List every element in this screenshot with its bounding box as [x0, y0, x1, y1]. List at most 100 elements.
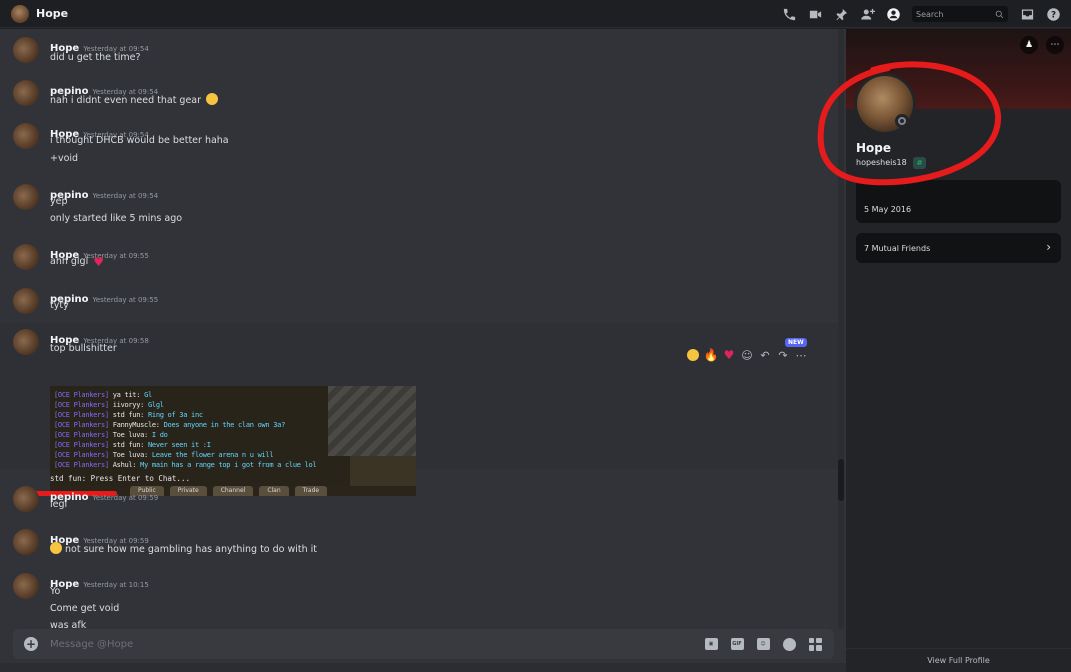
dm-title: Hope [36, 7, 69, 20]
heart-reaction-icon[interactable]: ♥ [722, 348, 736, 362]
game-chat-line: [OCE Plankers] iivoryy: Glgl [54, 401, 164, 409]
message-text: yep [50, 196, 68, 207]
apps-icon[interactable] [802, 637, 828, 651]
message-text: was afk [50, 620, 87, 629]
message-text-row: nah i didnt even need that gear [50, 93, 219, 106]
game-chat-line: [OCE Plankers] std fun: Never seen it :I [54, 441, 211, 449]
search-input[interactable] [916, 9, 986, 19]
message-text: top bullshitter [50, 343, 117, 354]
message-text: not sure how me gambling has anything to… [65, 544, 318, 555]
author-avatar[interactable] [13, 573, 39, 599]
game-chat-line: [OCE Plankers] Ashul: My main has a rang… [54, 461, 317, 469]
gif-icon[interactable]: GIF [724, 638, 750, 650]
smiling-tear-emoji-icon [50, 542, 62, 554]
author-avatar[interactable] [13, 288, 39, 314]
message-text: nah i didnt even need that gear [50, 95, 202, 106]
game-chat-line: [OCE Plankers] Toe luva: I do [54, 431, 168, 439]
top-bar: Hope ? [0, 0, 1071, 28]
message: Hope Yesterday at 09:54 did u get the tim… [0, 33, 838, 73]
game-chat-line: [OCE Plankers] std fun: Ring of 3a inc [54, 411, 203, 419]
timestamp: Yesterday at 09:59 [92, 494, 159, 502]
add-reaction-icon[interactable]: ☺ [740, 348, 754, 362]
phone-icon[interactable] [776, 0, 802, 28]
fire-reaction-icon[interactable]: 🔥 [704, 348, 719, 362]
message-text: tyty [50, 300, 69, 311]
search-box[interactable] [912, 6, 1008, 22]
offline-status-icon [895, 114, 909, 128]
message: Hope Yesterday at 09:55 ahh glgl ♥ [0, 240, 838, 280]
more-options-icon[interactable]: ⋯ [1046, 36, 1064, 54]
more-icon[interactable]: ⋯ [794, 348, 808, 362]
author-avatar[interactable] [13, 184, 39, 210]
chat-area: Hope Yesterday at 09:54 did u get the tim… [0, 29, 846, 672]
add-attachment-icon[interactable]: + [24, 637, 38, 651]
message: Hope Yesterday at 10:15 Yo Come get void … [0, 569, 838, 629]
message-text: Come get void [50, 603, 120, 614]
help-icon[interactable]: ? [1040, 0, 1066, 28]
message: pepino Yesterday at 09:55 tyty [0, 284, 838, 324]
author-avatar[interactable] [13, 486, 39, 512]
game-chat-line: [OCE Plankers] Toe luva: Leave the flowe… [54, 451, 274, 459]
profile-display-name: Hope [856, 141, 892, 155]
game-chat-line: [OCE Plankers] FannyMuscle: Does anyone … [54, 421, 285, 429]
message-hover-toolbar: 🔥 ♥ ☺ ↶ ↷ ⋯ [686, 347, 808, 363]
svg-text:?: ? [1050, 10, 1055, 20]
profile-username[interactable]: hopesheis18 [856, 158, 907, 167]
heart-emoji-icon: ♥ [93, 255, 105, 269]
add-friend-icon[interactable]: ♟ [1020, 36, 1038, 54]
forward-icon[interactable]: ↷ [776, 348, 790, 362]
timestamp: Yesterday at 09:54 [92, 192, 159, 200]
reply-icon[interactable]: ↶ [758, 348, 772, 362]
mutual-friends-label: 7 Mutual Friends [864, 244, 931, 253]
message-text: i thought DHCB would be better haha [50, 135, 229, 146]
message-text: ahh glgl [50, 256, 89, 267]
message-text-row: ahh glgl ♥ [50, 256, 104, 268]
user-profile-panel: ♟ ⋯ Hope hopesheis18 # 5 May 2016 7 Mutu… [846, 29, 1071, 672]
laughing-emoji-icon [206, 93, 219, 105]
emoji-icon[interactable] [776, 637, 802, 651]
author-avatar[interactable] [13, 329, 39, 355]
game-screenshot-attachment[interactable]: [OCE Plankers] ya tit: Gl [OCE Plankers]… [50, 386, 416, 496]
scrollbar-track[interactable] [838, 29, 844, 629]
message: pepino Yesterday at 09:54 nah i didnt eve… [0, 76, 838, 116]
author-avatar[interactable] [13, 80, 39, 106]
author-avatar[interactable] [13, 123, 39, 149]
message: pepino Yesterday at 09:54 yep only starte… [0, 180, 838, 236]
add-friends-icon[interactable] [854, 0, 880, 28]
scrollbar-thumb[interactable] [838, 459, 844, 501]
gift-icon[interactable]: ▣ [698, 638, 724, 650]
new-badge: NEW [785, 338, 807, 347]
message-text: Yo [50, 586, 61, 597]
top-bar-actions: ? [776, 0, 1071, 28]
sticker-icon[interactable]: ☺ [750, 638, 776, 650]
pin-icon[interactable] [828, 0, 854, 28]
video-icon[interactable] [802, 0, 828, 28]
profile-toggle-icon[interactable] [880, 0, 906, 28]
dm-avatar [11, 4, 29, 23]
timestamp: Yesterday at 10:15 [83, 581, 149, 589]
profile-badge-icon[interactable]: # [913, 157, 926, 169]
message-text: +void [50, 153, 79, 164]
search-icon [995, 10, 1004, 18]
member-since-date: 5 May 2016 [864, 205, 912, 214]
author-avatar[interactable] [13, 244, 39, 270]
view-full-profile-link[interactable]: View Full Profile [846, 648, 1071, 672]
chevron-right-icon: › [1046, 240, 1051, 254]
game-wall-texture [328, 386, 416, 456]
view-full-profile-label: View Full Profile [927, 656, 990, 665]
game-chat-line: [OCE Plankers] ya tit: Gl [54, 391, 152, 399]
mutual-friends-row[interactable]: 7 Mutual Friends › [856, 233, 1061, 263]
message-input[interactable] [50, 638, 698, 650]
message: Hope Yesterday at 09:54 i thought DHCB wo… [0, 119, 838, 175]
app-window: Hope ? HopeYesterday at 09:54 did u get … [0, 0, 1071, 672]
message-list[interactable]: Hope Yesterday at 09:54 did u get the tim… [0, 29, 838, 629]
message: Hope Yesterday at 09:59 not sure how me g… [0, 525, 838, 565]
author-avatar[interactable] [13, 37, 39, 63]
inbox-icon[interactable] [1014, 0, 1040, 28]
message-text: did u get the time? [50, 52, 141, 63]
message-text: legi [50, 499, 68, 510]
laugh-reaction-icon[interactable] [686, 348, 700, 362]
bottom-strip [0, 663, 846, 672]
message-composer: + ▣ GIF ☺ [13, 629, 834, 659]
author-avatar[interactable] [13, 529, 39, 555]
